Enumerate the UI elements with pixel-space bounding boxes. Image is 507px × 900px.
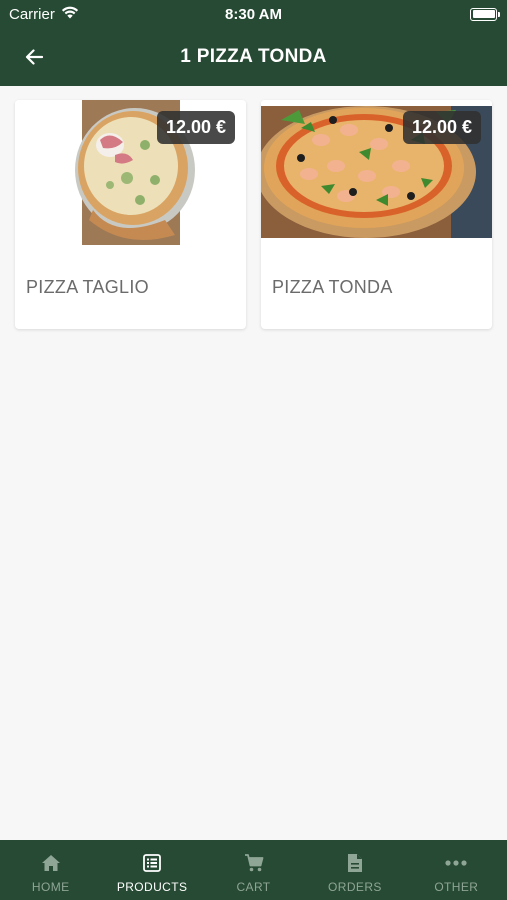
battery-icon [470, 7, 500, 21]
price-badge: 12.00 € [156, 111, 235, 144]
back-button[interactable] [20, 43, 48, 71]
product-name: PIZZA TAGLIO [26, 277, 149, 297]
carrier-label: Carrier [9, 5, 55, 23]
app-bar: 1 PIZZA TONDA [0, 28, 507, 86]
nav-label: PRODUCTS [116, 880, 188, 894]
home-icon [40, 852, 62, 874]
more-icon [445, 852, 467, 874]
product-card-pizza-taglio[interactable]: 12.00 € PIZZA TAGLIO [15, 100, 246, 329]
product-card-pizza-tonda[interactable]: 12.00 € PIZZA TONDA [261, 100, 492, 329]
nav-item-orders[interactable]: ORDERS [304, 840, 405, 900]
page-title: 1 PIZZA TONDA [180, 46, 327, 67]
product-name: PIZZA TONDA [272, 277, 393, 297]
nav-item-home[interactable]: HOME [0, 840, 101, 900]
arrow-left-icon [25, 49, 43, 65]
list-icon [141, 852, 163, 874]
nav-item-products[interactable]: PRODUCTS [101, 840, 202, 900]
nav-label: OTHER [434, 880, 479, 894]
nav-label: CART [236, 880, 271, 894]
document-icon [344, 852, 366, 874]
nav-item-other[interactable]: OTHER [406, 840, 507, 900]
cart-icon [243, 852, 265, 874]
wifi-icon [61, 5, 79, 23]
nav-label: ORDERS [328, 880, 382, 894]
product-grid: 12.00 € PIZZA TAGLIO 12.00 € PIZZA TONDA [15, 100, 493, 329]
nav-item-cart[interactable]: CART [203, 840, 304, 900]
nav-label: HOME [31, 880, 70, 894]
bottom-nav: HOME PRODUCTS CART ORDERS OTHER [0, 840, 507, 900]
status-bar: Carrier 8:30 AM [0, 0, 507, 28]
price-badge: 12.00 € [402, 111, 481, 144]
status-left: Carrier [9, 5, 79, 23]
